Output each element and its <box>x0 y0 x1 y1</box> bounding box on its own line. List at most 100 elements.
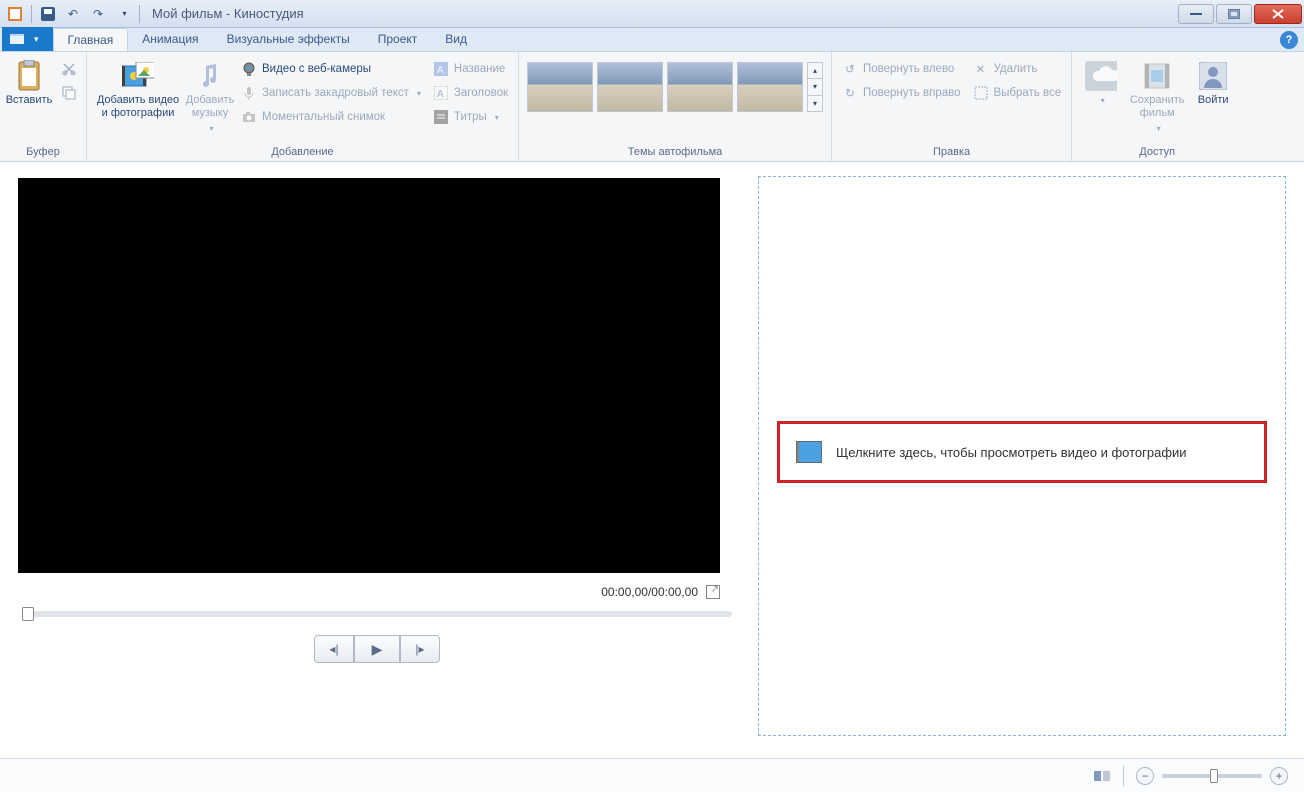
file-tab[interactable] <box>2 27 53 51</box>
drop-hint-text: Щелкните здесь, чтобы просмотреть видео … <box>836 445 1187 460</box>
tab-view[interactable]: Вид <box>431 28 481 51</box>
preview-pane: 00:00,00/00:00,00 ◂| ▶ |▸ <box>0 162 750 758</box>
share-cloud-button[interactable] <box>1078 58 1124 109</box>
rotate-right-icon: ↻ <box>842 85 858 101</box>
separator <box>1123 766 1124 786</box>
rotate-left-button[interactable]: ↺Повернуть влево <box>838 58 965 80</box>
statusbar: − + <box>0 758 1304 792</box>
content-area: 00:00,00/00:00,00 ◂| ▶ |▸ Щелкните здесь… <box>0 162 1304 758</box>
minimize-button[interactable] <box>1178 4 1214 24</box>
copy-icon <box>62 86 76 100</box>
group-label: Правка <box>838 144 1065 161</box>
zoom-out-button[interactable]: − <box>1136 767 1154 785</box>
tab-home[interactable]: Главная <box>53 28 129 51</box>
add-music-button[interactable]: Добавить музыку <box>187 58 233 137</box>
play-button[interactable]: ▶ <box>354 635 400 663</box>
tab-animation[interactable]: Анимация <box>128 28 212 51</box>
camera-icon <box>241 109 257 125</box>
timeline-drop-area[interactable]: Щелкните здесь, чтобы просмотреть видео … <box>758 176 1286 736</box>
snapshot-label: Моментальный снимок <box>262 111 385 123</box>
theme-thumb[interactable] <box>527 62 593 112</box>
separator <box>31 5 32 23</box>
narration-button[interactable]: Записать закадровый текст <box>237 82 425 104</box>
webcam-icon <box>241 61 257 77</box>
ribbon-group-adding: Добавить видео и фотографии Добавить муз… <box>87 52 519 161</box>
add-media-label: Добавить видео и фотографии <box>95 94 181 120</box>
copy-button[interactable] <box>58 82 80 104</box>
themes-gallery-more[interactable]: ▴▾▾ <box>807 62 823 112</box>
dropdown-icon <box>1098 94 1105 107</box>
ribbon-group-buffer: Вставить Буфер <box>0 52 87 161</box>
select-all-button[interactable]: Выбрать все <box>969 82 1066 104</box>
narration-label: Записать закадровый текст <box>262 87 409 99</box>
dropdown-icon <box>206 122 213 135</box>
separator <box>139 5 140 23</box>
playback-slider[interactable] <box>22 611 732 617</box>
add-music-label: Добавить музыку <box>186 94 235 120</box>
zoom-handle[interactable] <box>1210 769 1218 783</box>
view-mode-icon[interactable] <box>1093 767 1111 785</box>
caption-button[interactable]: AНазвание <box>429 58 512 80</box>
select-all-icon <box>973 85 989 101</box>
scissors-icon <box>62 62 76 76</box>
save-icon[interactable] <box>37 3 59 25</box>
zoom-slider[interactable] <box>1162 774 1262 778</box>
ribbon-group-editing: ↺Повернуть влево ↻Повернуть вправо ✕Удал… <box>832 52 1072 161</box>
filmstrip-icon <box>796 441 822 463</box>
prev-frame-button[interactable]: ◂| <box>314 635 354 663</box>
title-label: Заголовок <box>454 87 508 99</box>
user-icon <box>1197 60 1229 92</box>
group-label: Доступ <box>1078 144 1236 161</box>
drop-hint[interactable]: Щелкните здесь, чтобы просмотреть видео … <box>777 421 1267 483</box>
film-save-icon <box>1141 60 1173 92</box>
theme-thumb[interactable] <box>737 62 803 112</box>
timeline-pane: Щелкните здесь, чтобы просмотреть видео … <box>750 162 1304 758</box>
video-preview[interactable] <box>18 178 720 573</box>
preview-time-row: 00:00,00/00:00,00 <box>18 585 736 599</box>
title-button[interactable]: A Заголовок <box>429 82 512 104</box>
playback-controls: ◂| ▶ |▸ <box>18 635 736 663</box>
theme-thumb[interactable] <box>667 62 733 112</box>
undo-icon[interactable]: ↶ <box>62 3 84 25</box>
webcam-button[interactable]: Видео с веб-камеры <box>237 58 425 80</box>
fullscreen-icon[interactable] <box>706 585 720 599</box>
time-display: 00:00,00/00:00,00 <box>601 585 698 599</box>
help-icon[interactable]: ? <box>1280 31 1298 49</box>
delete-button[interactable]: ✕Удалить <box>969 58 1066 80</box>
maximize-button[interactable] <box>1216 4 1252 24</box>
svg-text:A: A <box>437 65 444 76</box>
filmstrip-picture-icon <box>122 60 154 92</box>
rotate-left-icon: ↺ <box>842 61 858 77</box>
snapshot-button[interactable]: Моментальный снимок <box>237 106 425 128</box>
cloud-icon <box>1085 60 1117 92</box>
ribbon: Вставить Буфер Добавить видео и фотограф… <box>0 52 1304 162</box>
save-movie-button[interactable]: Сохранить фильм <box>1128 58 1186 137</box>
zoom-in-button[interactable]: + <box>1270 767 1288 785</box>
paste-button[interactable]: Вставить <box>6 58 52 109</box>
next-frame-button[interactable]: |▸ <box>400 635 440 663</box>
group-label: Буфер <box>6 144 80 161</box>
tab-visual-effects[interactable]: Визуальные эффекты <box>213 28 364 51</box>
add-media-button[interactable]: Добавить видео и фотографии <box>93 58 183 122</box>
titlebar: ↶ ↷ Мой фильм - Киностудия <box>0 0 1304 28</box>
cut-button[interactable] <box>58 58 80 80</box>
tab-project[interactable]: Проект <box>364 28 432 51</box>
signin-label: Войти <box>1198 94 1229 107</box>
app-icon[interactable] <box>4 3 26 25</box>
rotate-right-button[interactable]: ↻Повернуть вправо <box>838 82 965 104</box>
group-label: Темы автофильма <box>525 144 825 161</box>
signin-button[interactable]: Войти <box>1190 58 1236 109</box>
credits-label: Титры <box>454 111 487 123</box>
theme-thumb[interactable] <box>597 62 663 112</box>
credits-button[interactable]: Титры <box>429 106 512 128</box>
redo-icon[interactable]: ↷ <box>87 3 109 25</box>
dropdown-icon <box>1154 122 1161 135</box>
ribbon-group-access: Сохранить фильм Войти Доступ <box>1072 52 1242 161</box>
select-all-label: Выбрать все <box>994 87 1062 99</box>
microphone-icon <box>241 85 257 101</box>
text-title-icon: A <box>433 85 449 101</box>
slider-handle[interactable] <box>22 607 34 621</box>
qat-customize-icon[interactable] <box>112 3 134 25</box>
svg-text:A: A <box>437 89 444 100</box>
close-button[interactable] <box>1254 4 1302 24</box>
